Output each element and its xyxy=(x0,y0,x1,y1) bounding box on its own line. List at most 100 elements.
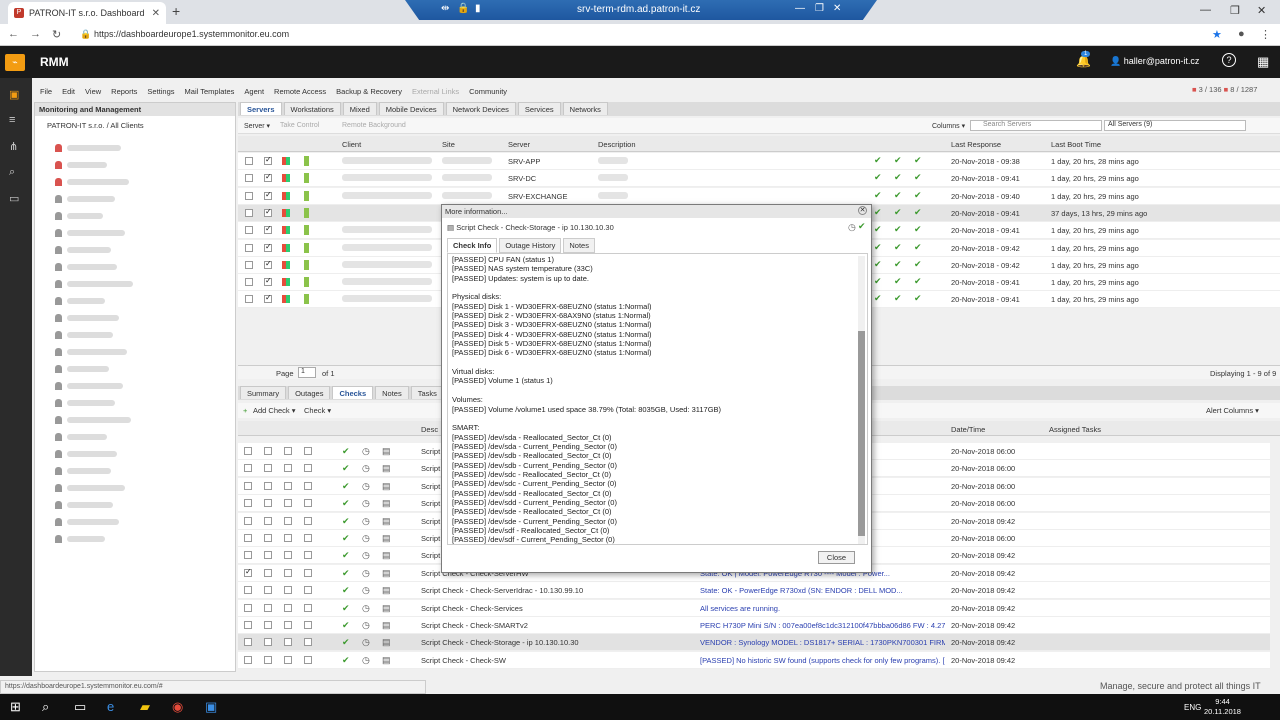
menu-agent[interactable]: Agent xyxy=(244,87,264,96)
tab-network-devices[interactable]: Network Devices xyxy=(445,102,516,115)
tab-mixed[interactable]: Mixed xyxy=(342,102,377,115)
new-tab-icon[interactable]: + xyxy=(172,3,180,19)
tree-client-item[interactable] xyxy=(55,484,235,492)
minimize-icon[interactable]: — xyxy=(1200,4,1211,16)
maximize-icon[interactable]: ❐ xyxy=(1230,4,1240,17)
tree-client-item[interactable] xyxy=(55,195,235,203)
check-option-checkbox[interactable] xyxy=(264,447,272,455)
check-option-checkbox[interactable] xyxy=(264,655,272,664)
check-select-checkbox[interactable] xyxy=(244,534,252,542)
check-option-checkbox[interactable] xyxy=(304,586,312,595)
tab-workstations[interactable]: Workstations xyxy=(283,102,341,115)
check-select-checkbox[interactable] xyxy=(244,603,252,612)
check-option-checkbox[interactable] xyxy=(304,516,312,525)
file-explorer-icon[interactable]: ▰ xyxy=(140,699,150,715)
col-check-description[interactable]: Desc xyxy=(421,425,438,434)
menu-edit[interactable]: Edit xyxy=(62,87,75,96)
col-last-boot[interactable]: Last Boot Time xyxy=(1051,140,1101,149)
tree-client-item[interactable] xyxy=(55,144,235,152)
check-option-checkbox[interactable] xyxy=(284,603,292,612)
url-field[interactable]: https://dashboardeurope1.systemmonitor.e… xyxy=(94,29,289,39)
check-select-checkbox[interactable] xyxy=(244,464,252,473)
tree-client-item[interactable] xyxy=(55,263,235,271)
server-row[interactable]: SRV-APP ✔ ✔ ✔ 20-Nov-2018 - 09:38 1 day, 20 h… xyxy=(238,153,1280,170)
language-indicator[interactable]: ENG xyxy=(1184,703,1201,712)
check-select-checkbox[interactable] xyxy=(244,516,252,525)
check-option-checkbox[interactable] xyxy=(304,621,312,629)
close-tab-icon[interactable]: ✕ xyxy=(152,8,160,19)
tab-mobile-devices[interactable]: Mobile Devices xyxy=(378,102,444,115)
menu-community[interactable]: Community xyxy=(469,87,507,96)
user-account[interactable]: 👤 haller@patron-it.cz xyxy=(1110,56,1199,67)
profile-icon[interactable]: ● xyxy=(1238,28,1245,40)
check-option-checkbox[interactable] xyxy=(284,551,292,560)
browser-tab[interactable]: P PATRON-IT s.r.o. Dashboard ✕ xyxy=(8,2,166,24)
check-select-checkbox[interactable] xyxy=(244,447,252,455)
check-row[interactable]: ✔ ◷ ▤ Script Check - Check-SW [PASSED] No hi… xyxy=(238,651,1270,669)
server-menu-button[interactable]: Server ▾ xyxy=(244,122,270,130)
tree-client-item[interactable] xyxy=(55,314,235,322)
star-icon[interactable]: ★ xyxy=(1212,28,1222,41)
check-option-checkbox[interactable] xyxy=(304,638,312,647)
scrollbar-thumb[interactable] xyxy=(858,331,865,536)
menu-view[interactable]: View xyxy=(85,87,101,96)
chrome-icon[interactable]: ◉ xyxy=(172,699,183,715)
row-select-checkbox[interactable] xyxy=(245,174,253,183)
dialog-close-icon[interactable]: ✕ xyxy=(858,206,867,215)
check-option-checkbox[interactable] xyxy=(264,499,272,508)
tab-outages[interactable]: Outages xyxy=(288,386,331,399)
row-select-checkbox[interactable] xyxy=(245,208,253,217)
col-last-response[interactable]: Last Response xyxy=(951,140,1001,149)
check-option-checkbox[interactable] xyxy=(284,638,292,647)
tree-client-item[interactable] xyxy=(55,297,235,305)
check-select-checkbox[interactable] xyxy=(244,567,252,577)
col-datetime[interactable]: Date/Time xyxy=(951,425,985,434)
check-option-checkbox[interactable] xyxy=(304,551,312,560)
rdp-icon[interactable]: ▣ xyxy=(205,699,217,715)
alert-columns-button[interactable]: Alert Columns ▾ xyxy=(1206,406,1259,415)
check-select-checkbox[interactable] xyxy=(244,551,252,560)
col-server[interactable]: Server xyxy=(508,140,530,149)
check-option-checkbox[interactable] xyxy=(284,447,292,455)
topology-icon[interactable]: ⋔ xyxy=(9,140,18,153)
monitored-checkbox[interactable] xyxy=(264,242,272,252)
check-option-checkbox[interactable] xyxy=(304,534,312,542)
tree-client-item[interactable] xyxy=(55,365,235,373)
row-select-checkbox[interactable] xyxy=(245,243,253,252)
check-menu-button[interactable]: Check ▾ xyxy=(304,406,331,415)
tab-dialog-notes[interactable]: Notes xyxy=(563,238,595,253)
tab-check-info[interactable]: Check Info xyxy=(447,238,498,253)
check-option-checkbox[interactable] xyxy=(264,551,272,560)
check-option-checkbox[interactable] xyxy=(304,447,312,455)
menu-file[interactable]: File xyxy=(40,87,52,96)
tree-client-item[interactable] xyxy=(55,399,235,407)
check-option-checkbox[interactable] xyxy=(264,481,272,490)
check-option-checkbox[interactable] xyxy=(304,603,312,612)
check-option-checkbox[interactable] xyxy=(264,516,272,525)
filter-icon[interactable]: ≡ xyxy=(9,114,15,126)
check-option-checkbox[interactable] xyxy=(264,638,272,647)
monitored-checkbox[interactable] xyxy=(264,190,272,200)
monitor-icon[interactable]: ▭ xyxy=(9,192,19,205)
close-icon[interactable]: ✕ xyxy=(833,3,841,14)
tree-client-item[interactable] xyxy=(55,450,235,458)
monitored-checkbox[interactable] xyxy=(264,224,272,235)
monitored-checkbox[interactable] xyxy=(264,293,272,304)
tree-client-item[interactable] xyxy=(55,246,235,254)
tab-notes[interactable]: Notes xyxy=(375,386,409,399)
check-option-checkbox[interactable] xyxy=(284,568,292,577)
start-icon[interactable]: ⊞ xyxy=(10,699,21,715)
tree-client-item[interactable] xyxy=(55,518,235,526)
check-option-checkbox[interactable] xyxy=(304,655,312,664)
check-option-checkbox[interactable] xyxy=(304,481,312,490)
apps-grid-icon[interactable]: ▦ xyxy=(1257,54,1269,70)
restore-icon[interactable]: ❐ xyxy=(815,3,824,14)
check-option-checkbox[interactable] xyxy=(304,499,312,508)
tab-summary[interactable]: Summary xyxy=(240,386,287,399)
check-option-checkbox[interactable] xyxy=(264,586,272,595)
row-select-checkbox[interactable] xyxy=(245,260,253,269)
menu-dots-icon[interactable]: ⋮ xyxy=(1260,28,1271,41)
search-servers-input[interactable]: Search Servers xyxy=(970,120,1102,131)
tree-client-item[interactable] xyxy=(55,416,235,424)
task-view-icon[interactable]: ▭ xyxy=(74,699,86,715)
